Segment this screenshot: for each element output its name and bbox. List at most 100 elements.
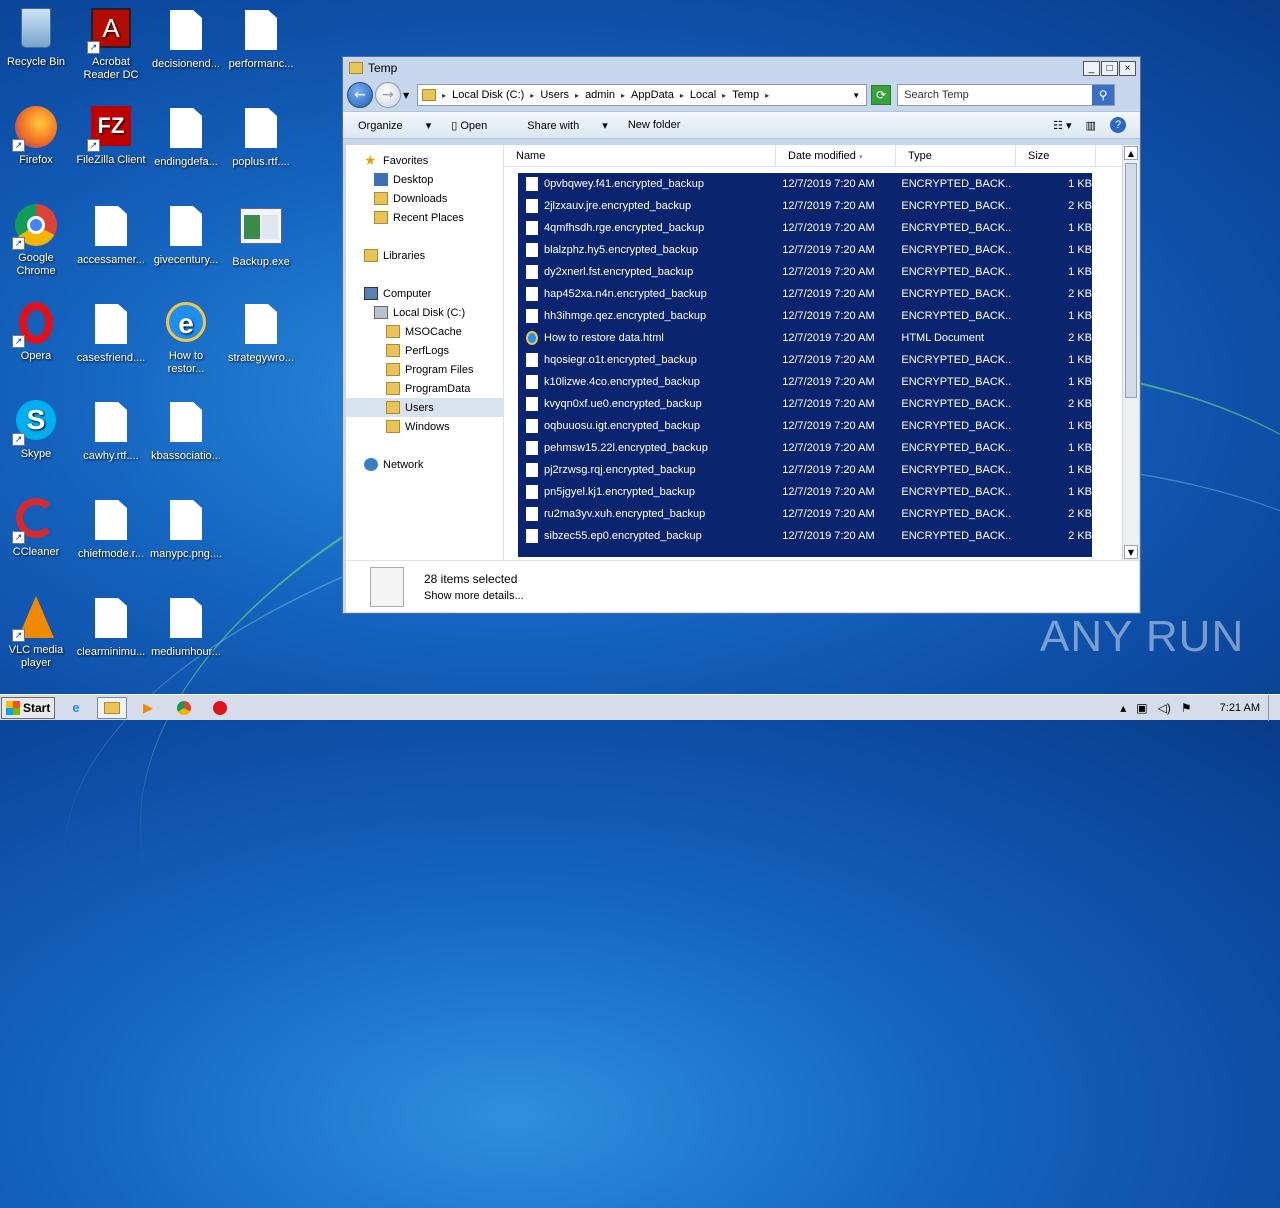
file-row[interactable]: 0pvbqwey.f41.encrypted_backup 12/7/2019 7… bbox=[518, 173, 1092, 195]
desktop-icon-file[interactable]: mediumhour... bbox=[150, 596, 222, 659]
minimize-button[interactable]: _ bbox=[1083, 60, 1100, 76]
file-row[interactable]: pehmsw15.22l.encrypted_backup 12/7/2019 7… bbox=[518, 437, 1092, 459]
share-with-menu[interactable]: Share with ▾ bbox=[527, 119, 608, 132]
file-row[interactable]: hqosiegr.o1t.encrypted_backup 12/7/2019 7… bbox=[518, 349, 1092, 371]
file-row[interactable]: dy2xnerl.fst.encrypted_backup 12/7/2019 7… bbox=[518, 261, 1092, 283]
search-input[interactable]: Search Temp ⚲ bbox=[897, 84, 1116, 106]
file-row[interactable]: pn5jgyel.kj1.encrypted_backup 12/7/2019 7… bbox=[518, 481, 1092, 503]
desktop-icon-file[interactable]: givecentury... bbox=[150, 204, 222, 267]
breadcrumb-item[interactable]: AppData bbox=[631, 89, 674, 101]
file-row[interactable]: hap452xa.n4n.encrypted_backup 12/7/2019 7… bbox=[518, 283, 1092, 305]
file-row[interactable]: hh3ihmge.qez.encrypted_backup 12/7/2019 7… bbox=[518, 305, 1092, 327]
chevron-down-icon[interactable]: ▼ bbox=[403, 91, 409, 100]
nav-folder[interactable]: ProgramData bbox=[346, 379, 503, 398]
desktop-icon-file[interactable]: manypc.png.... bbox=[150, 498, 222, 561]
start-button[interactable]: Start bbox=[1, 696, 55, 719]
desktop-icon-file[interactable]: clearminimu... bbox=[75, 596, 147, 659]
view-options-icon[interactable]: ☷ ▾ bbox=[1053, 119, 1071, 132]
chevron-right-icon[interactable]: ▸ bbox=[621, 91, 625, 100]
help-icon[interactable]: ? bbox=[1110, 117, 1126, 133]
file-row[interactable]: 4qmfhsdh.rge.encrypted_backup 12/7/2019 7… bbox=[518, 217, 1092, 239]
nav-favorites[interactable]: ★ Favorites bbox=[346, 151, 503, 170]
breadcrumb-item[interactable]: admin bbox=[585, 89, 615, 101]
file-row[interactable]: 2jlzxauv.jre.encrypted_backup 12/7/2019 7… bbox=[518, 195, 1092, 217]
clock[interactable]: 7:21 AM bbox=[1220, 702, 1260, 714]
search-icon[interactable]: ⚲ bbox=[1092, 85, 1115, 105]
file-row[interactable]: How to restore data.html 12/7/2019 7:20 A… bbox=[518, 327, 1092, 349]
scroll-down-arrow[interactable]: ▼ bbox=[1124, 545, 1138, 559]
column-header-name[interactable]: Name bbox=[504, 145, 776, 166]
desktop-icon-file[interactable]: poplus.rtf.... bbox=[225, 106, 297, 169]
taskbar-explorer-icon[interactable] bbox=[97, 696, 127, 719]
nav-local-disk[interactable]: Local Disk (C:) bbox=[346, 303, 503, 322]
desktop-icon-file[interactable]: accessamer... bbox=[75, 204, 147, 267]
desktop-icon-file[interactable]: decisionend... bbox=[150, 8, 222, 71]
nav-folder[interactable]: MSOCache bbox=[346, 322, 503, 341]
breadcrumb-item[interactable]: Temp bbox=[732, 89, 759, 101]
show-more-details-link[interactable]: Show more details... bbox=[424, 590, 524, 602]
title-bar[interactable]: Temp _ □ × bbox=[343, 57, 1140, 79]
breadcrumb-item[interactable]: Local Disk (C:) bbox=[452, 89, 524, 101]
address-bar[interactable]: ▸ Local Disk (C:) ▸ Users ▸ admin ▸ AppD… bbox=[417, 84, 868, 106]
volume-icon[interactable]: ◁) bbox=[1158, 701, 1171, 715]
nav-network[interactable]: Network bbox=[346, 455, 503, 474]
taskbar-media-player-icon[interactable]: ▶ bbox=[133, 697, 163, 719]
desktop-icon-acrobat[interactable]: A ↗ Acrobat Reader DC bbox=[75, 8, 147, 82]
column-header-date[interactable]: Date modified ▾ bbox=[776, 145, 896, 166]
new-folder-button[interactable]: New folder bbox=[628, 119, 681, 131]
nav-folder-selected[interactable]: Users bbox=[346, 398, 503, 417]
maximize-button[interactable]: □ bbox=[1101, 60, 1118, 76]
nav-computer[interactable]: Computer bbox=[346, 284, 503, 303]
chevron-right-icon[interactable]: ▸ bbox=[530, 91, 534, 100]
file-list[interactable]: Name Date modified ▾ Type Size 0pvbqwey.… bbox=[504, 145, 1139, 560]
chevron-right-icon[interactable]: ▸ bbox=[765, 91, 769, 100]
desktop-icon-chrome[interactable]: ↗ Google Chrome bbox=[0, 204, 72, 278]
show-desktop-button[interactable] bbox=[1268, 694, 1280, 721]
nav-folder[interactable]: Windows bbox=[346, 417, 503, 436]
network-tray-icon[interactable]: ▣ bbox=[1136, 701, 1147, 715]
breadcrumb-item[interactable]: Local bbox=[690, 89, 716, 101]
tray-expand-icon[interactable]: ▴ bbox=[1120, 701, 1126, 715]
vertical-scrollbar[interactable]: ▲ ▼ bbox=[1122, 145, 1139, 560]
nav-downloads[interactable]: Downloads bbox=[346, 189, 503, 208]
column-header-type[interactable]: Type bbox=[896, 145, 1016, 166]
file-row[interactable]: blalzphz.hy5.encrypted_backup 12/7/2019 7… bbox=[518, 239, 1092, 261]
desktop-icon-opera[interactable]: ↗ Opera bbox=[0, 302, 72, 363]
open-button[interactable]: ▯ Open bbox=[451, 119, 507, 132]
nav-desktop[interactable]: Desktop bbox=[346, 170, 503, 189]
file-row[interactable]: sibzec55.ep0.encrypted_backup 12/7/2019 7… bbox=[518, 525, 1092, 547]
explorer-window[interactable]: Temp _ □ × ← → ▼ ▸ Local Disk (C:) ▸ Use… bbox=[342, 56, 1141, 614]
forward-button[interactable]: → bbox=[375, 82, 401, 108]
chevron-right-icon[interactable]: ▸ bbox=[575, 91, 579, 100]
chevron-right-icon[interactable]: ▸ bbox=[680, 91, 684, 100]
desktop-icon-file[interactable]: cawhy.rtf.... bbox=[75, 400, 147, 463]
refresh-icon[interactable]: ⟳ bbox=[871, 85, 892, 105]
chevron-right-icon[interactable]: ▸ bbox=[442, 91, 446, 100]
desktop-icon-file[interactable]: endingdefa... bbox=[150, 106, 222, 169]
desktop-icon-ccleaner[interactable]: ↗ CCleaner bbox=[0, 498, 72, 559]
breadcrumb-item[interactable]: Users bbox=[540, 89, 569, 101]
desktop-icon-filezilla[interactable]: FZ ↗ FileZilla Client bbox=[75, 106, 147, 167]
desktop-icon-file[interactable]: strategywro... bbox=[225, 302, 297, 365]
desktop-icon-firefox[interactable]: ↗ Firefox bbox=[0, 106, 72, 167]
desktop-icon-vlc[interactable]: ↗ VLC media player bbox=[0, 596, 72, 670]
chevron-right-icon[interactable]: ▸ bbox=[722, 91, 726, 100]
desktop-icon-file[interactable]: performanc... bbox=[225, 8, 297, 71]
back-button[interactable]: ← bbox=[347, 82, 373, 108]
file-row[interactable]: k10lizwe.4co.encrypted_backup 12/7/2019 7… bbox=[518, 371, 1092, 393]
preview-pane-icon[interactable]: ▥ bbox=[1086, 119, 1096, 132]
file-row[interactable]: oqbuuosu.igt.encrypted_backup 12/7/2019 7… bbox=[518, 415, 1092, 437]
file-row[interactable]: kvyqn0xf.ue0.encrypted_backup 12/7/2019 7… bbox=[518, 393, 1092, 415]
scroll-thumb[interactable] bbox=[1125, 163, 1137, 398]
column-header-size[interactable]: Size bbox=[1016, 145, 1096, 166]
desktop-icon-backup-exe[interactable]: Backup.exe bbox=[225, 204, 297, 269]
nav-recent-places[interactable]: Recent Places bbox=[346, 208, 503, 227]
nav-libraries[interactable]: Libraries bbox=[346, 246, 503, 265]
desktop-icon-ie-html[interactable]: e How to restor... bbox=[150, 302, 222, 376]
taskbar-ie-icon[interactable]: e bbox=[61, 697, 91, 719]
desktop-icon-file[interactable]: chiefmode.r... bbox=[75, 498, 147, 561]
desktop-icon-file[interactable]: casesfriend.... bbox=[75, 302, 147, 365]
taskbar-opera-icon[interactable] bbox=[205, 697, 235, 719]
close-button[interactable]: × bbox=[1119, 60, 1136, 76]
scroll-up-arrow[interactable]: ▲ bbox=[1124, 146, 1138, 160]
